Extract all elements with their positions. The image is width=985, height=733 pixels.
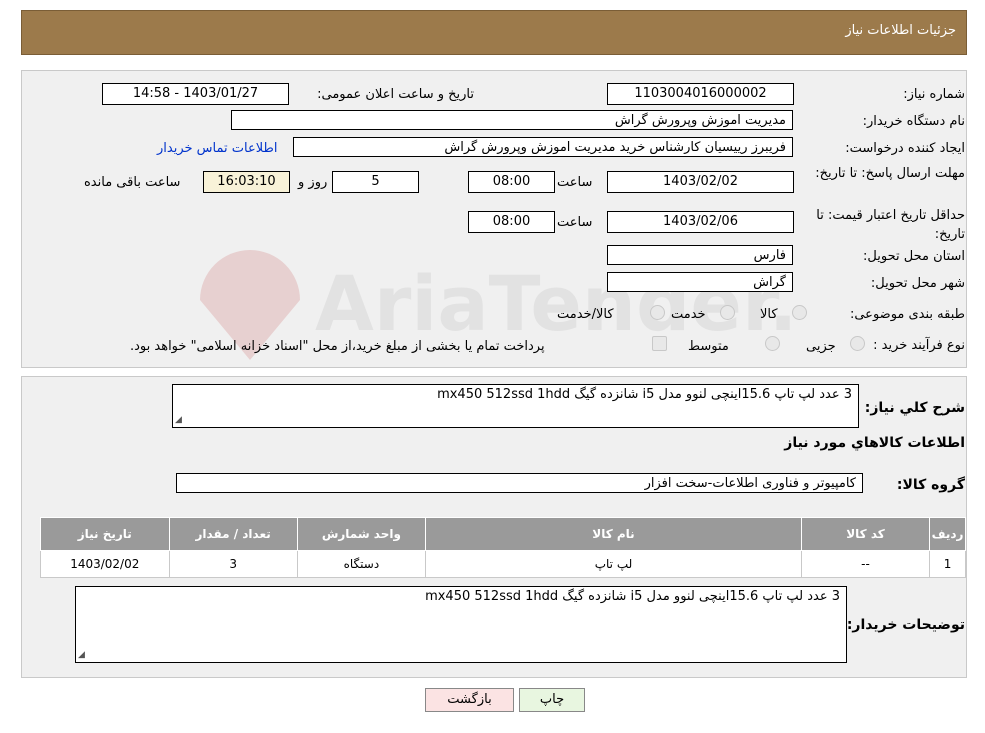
col-date-header: تاريخ نياز: [40, 517, 170, 551]
print-button[interactable]: چاپ: [519, 688, 585, 712]
creator-field: فریبرز رییسیان کارشناس خرید مدیریت اموزش…: [293, 137, 793, 157]
need-number-label: شماره نیاز:: [903, 87, 965, 102]
buyer-org-label: نام دستگاه خریدار:: [862, 114, 965, 129]
buyer-notes-label: توضیحات خریدار:: [846, 617, 965, 633]
col-name-header: نام کالا: [425, 517, 802, 551]
goods-group-field: کامپیوتر و فناوری اطلاعات-سخت افزار: [176, 473, 863, 493]
process-medium-label: متوسط: [688, 339, 729, 354]
city-field: گراش: [607, 272, 793, 292]
validity-time-field: 08:00: [468, 211, 555, 233]
validity-time-label: ساعت: [557, 215, 593, 230]
category-goods-radio[interactable]: [792, 305, 807, 320]
deadline-time-label: ساعت: [557, 175, 593, 190]
deadline-label: مهلت ارسال پاسخ: تا تاریخ:: [815, 166, 965, 181]
province-label: استان محل تحویل:: [863, 249, 965, 264]
description-textarea[interactable]: 3 عدد لپ تاپ 15.6اینچی لنوو مدل i5 شانزد…: [172, 384, 859, 428]
goods-section-title: اطلاعات کالاهاي مورد نياز: [784, 435, 965, 451]
description-text: 3 عدد لپ تاپ 15.6اینچی لنوو مدل i5 شانزد…: [437, 387, 852, 402]
cell-qty: 3: [168, 550, 298, 578]
goods-group-label: گروه کالا:: [896, 477, 965, 493]
goods-table: رديف کد کالا نام کالا واحد شمارش تعداد /…: [40, 517, 966, 578]
need-number-field: 1103004016000002: [607, 83, 794, 105]
col-code-header: کد کالا: [800, 517, 931, 551]
buyer-org-field: مدیریت اموزش وپرورش گراش: [231, 110, 793, 130]
announce-label: تاریخ و ساعت اعلان عمومی:: [317, 87, 474, 102]
remaining-time-field: 16:03:10: [203, 171, 290, 193]
announce-field: 1403/01/27 - 14:58: [102, 83, 289, 105]
process-minor-radio[interactable]: [850, 336, 865, 351]
remaining-label: ساعت باقی مانده: [84, 175, 181, 190]
buyer-notes-textarea[interactable]: 3 عدد لپ تاپ 15.6اینچی لنوو مدل i5 شانزد…: [75, 586, 847, 663]
col-qty-header: تعداد / مقدار: [168, 517, 298, 551]
description-label: شرح کلي نياز:: [864, 400, 965, 416]
province-field: فارس: [607, 245, 793, 265]
category-goods-label: کالا: [760, 307, 778, 322]
resize-grip-icon[interactable]: ◢: [175, 415, 182, 425]
deadline-date-field: 1403/02/02: [607, 171, 794, 193]
cell-code: --: [800, 550, 931, 578]
deadline-time-field: 08:00: [468, 171, 555, 193]
process-note: پرداخت تمام یا بخشی از مبلغ خرید،از محل …: [130, 339, 545, 354]
category-both-label: کالا/خدمت: [557, 307, 614, 322]
col-unit-header: واحد شمارش: [296, 517, 427, 551]
validity-date-field: 1403/02/06: [607, 211, 794, 233]
contact-buyer-link[interactable]: اطلاعات تماس خریدار: [157, 141, 277, 156]
category-service-label: خدمت: [671, 307, 706, 322]
table-row: 1 -- لپ تاپ دستگاه 3 1403/02/02: [40, 550, 966, 578]
city-label: شهر محل تحویل:: [870, 276, 965, 291]
category-both-radio[interactable]: [650, 305, 665, 320]
days-label: روز و: [298, 175, 328, 190]
validity-label: حداقل تاریخ اعتبار قیمت: تا تاریخ:: [816, 208, 965, 242]
cell-row: 1: [929, 550, 966, 578]
days-field: 5: [332, 171, 419, 193]
cell-unit: دستگاه: [296, 550, 427, 578]
page-title: جزئیات اطلاعات نیاز: [845, 23, 956, 38]
table-header-row: رديف کد کالا نام کالا واحد شمارش تعداد /…: [40, 517, 966, 551]
cell-name: لپ تاپ: [425, 550, 802, 578]
category-label: طبقه بندی موضوعی:: [849, 307, 965, 322]
resize-grip-icon[interactable]: ◢: [78, 650, 85, 660]
treasury-checkbox[interactable]: [652, 336, 667, 351]
buyer-notes-text: 3 عدد لپ تاپ 15.6اینچی لنوو مدل i5 شانزد…: [425, 589, 840, 604]
process-medium-radio[interactable]: [765, 336, 780, 351]
process-minor-label: جزیی: [806, 339, 836, 354]
back-button[interactable]: بازگشت: [425, 688, 514, 712]
col-row-header: رديف: [929, 517, 966, 551]
page-header: جزئیات اطلاعات نیاز: [21, 10, 967, 55]
cell-date: 1403/02/02: [40, 550, 170, 578]
creator-label: ایجاد کننده درخواست:: [845, 141, 965, 156]
category-service-radio[interactable]: [720, 305, 735, 320]
process-label: نوع فرآیند خرید :: [873, 338, 965, 353]
